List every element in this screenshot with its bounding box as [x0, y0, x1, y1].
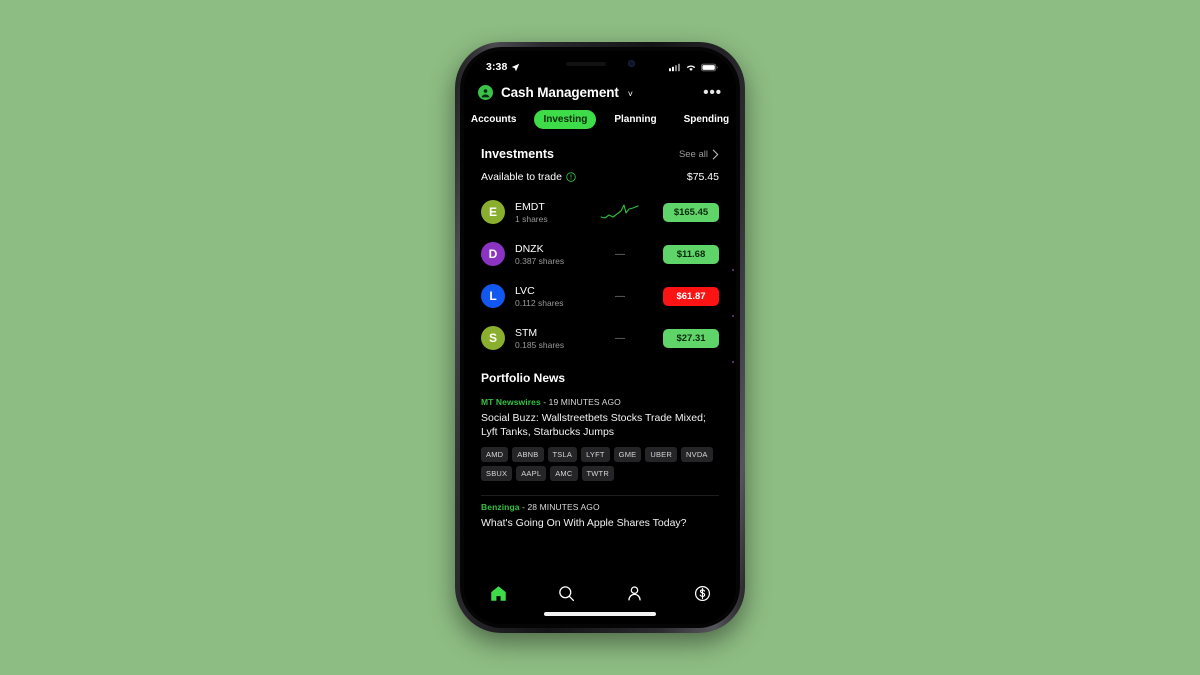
avatar: L [481, 284, 505, 308]
news-source: MT Newswires [481, 397, 541, 407]
tab-planning[interactable]: Planning [605, 110, 665, 129]
news-tag[interactable]: LYFT [581, 446, 610, 462]
bottom-nav [464, 578, 736, 624]
scroll-marker [732, 361, 734, 363]
phone-screen: 3:38 Cash Management ˅ ••• Accounts Inve… [464, 51, 736, 624]
news-tag[interactable]: GME [613, 446, 642, 462]
scroll-content[interactable]: Investments See all Available to trade $… [464, 139, 736, 578]
news-tag[interactable]: SBUX [481, 465, 513, 481]
battery-icon [701, 63, 718, 71]
dollar-circle-icon [694, 585, 710, 602]
news-time: - 28 MINUTES AGO [519, 501, 600, 512]
wifi-icon [686, 64, 696, 71]
investments-section-header: Investments See all [464, 139, 736, 163]
news-meta: MT Newswires - 19 MINUTES AGO [481, 397, 719, 407]
holding-shares: 0.387 shares [515, 255, 565, 266]
holding-shares: 0.112 shares [515, 297, 564, 308]
holding-price[interactable]: $11.68 [663, 244, 719, 264]
avatar: E [481, 200, 505, 224]
nav-profile-button[interactable] [612, 584, 656, 603]
news-headline: Social Buzz: Wallstreetbets Stocks Trade… [481, 412, 706, 439]
see-all-button[interactable]: See all [679, 149, 719, 160]
holding-trend-dash: — [615, 248, 625, 260]
news-meta: Benzinga - 28 MINUTES AGO [481, 502, 719, 512]
phone-bezel: 3:38 Cash Management ˅ ••• Accounts Inve… [460, 47, 740, 628]
holding-row-stm[interactable]: S STM 0.185 shares — $27.31 [464, 317, 736, 359]
news-item-1[interactable]: MT Newswires - 19 MINUTES AGO Social Buz… [464, 391, 736, 485]
news-tag[interactable]: AMD [481, 446, 509, 462]
holding-price[interactable]: $27.31 [663, 328, 719, 348]
holding-row-lvc[interactable]: L LVC 0.112 shares — $61.87 [464, 275, 736, 317]
search-icon [558, 586, 574, 602]
portfolio-news-title: Portfolio News [481, 371, 566, 385]
holding-symbol: LVC [515, 284, 535, 297]
chevron-down-icon[interactable]: ˅ [628, 89, 633, 99]
news-tag[interactable]: TWTR [581, 465, 614, 481]
holding-trend-dash: — [615, 290, 625, 302]
holding-row-dnzk[interactable]: D DNZK 0.387 shares — $11.68 [464, 233, 736, 275]
news-tags: AMD ABNB TSLA LYFT GME UBER NVDA SBUX AA… [481, 446, 719, 481]
news-headline: What's Going On With Apple Shares Today? [481, 516, 687, 529]
status-time: 3:38 [486, 61, 508, 73]
avatar: S [481, 326, 505, 350]
holding-price[interactable]: $165.45 [663, 202, 719, 222]
scroll-marker [732, 315, 734, 317]
news-tag[interactable]: AAPL [516, 465, 547, 481]
holding-shares: 1 shares [515, 213, 548, 224]
info-circle-icon[interactable] [566, 172, 576, 182]
app-header: Cash Management ˅ ••• [464, 79, 736, 104]
nav-tabs: Accounts Investing Planning Spending [464, 104, 736, 138]
status-icons [669, 63, 718, 72]
home-indicator [544, 612, 656, 616]
holding-shares: 0.185 shares [515, 339, 565, 350]
sparkline-chart-icon [599, 202, 641, 222]
cellular-signal-icon [669, 63, 680, 71]
status-bar: 3:38 [464, 51, 736, 79]
location-arrow-icon [511, 63, 520, 72]
scroll-marker [732, 269, 734, 271]
holding-price[interactable]: $61.87 [663, 286, 719, 306]
holding-trend-dash: — [615, 332, 625, 344]
holdings-list: E EMDT 1 shares $165.45 D DNZK 0.387 sha… [464, 187, 736, 359]
holding-symbol: STM [515, 326, 538, 339]
available-to-trade-label: Available to trade [481, 171, 562, 183]
available-to-trade-row: Available to trade $75.45 [464, 163, 736, 187]
news-tag[interactable]: AMC [550, 465, 578, 481]
person-avatar-icon[interactable] [478, 85, 493, 100]
person-icon [627, 586, 641, 601]
tab-investing[interactable]: Investing [534, 110, 597, 129]
holding-row-emdt[interactable]: E EMDT 1 shares $165.45 [464, 191, 736, 233]
available-to-trade-amount: $75.45 [686, 171, 719, 183]
news-tag[interactable]: TSLA [547, 446, 578, 462]
page-title: Cash Management [501, 85, 619, 100]
news-item-2[interactable]: Benzinga - 28 MINUTES AGO What's Going O… [464, 496, 736, 534]
nav-home-button[interactable] [476, 584, 520, 603]
news-tag[interactable]: UBER [645, 446, 677, 462]
investments-title: Investments [481, 147, 554, 161]
nav-money-button[interactable] [680, 584, 724, 603]
home-icon [490, 586, 506, 601]
more-options-button[interactable]: ••• [703, 85, 722, 100]
holding-symbol: DNZK [515, 242, 544, 255]
holding-symbol: EMDT [515, 200, 545, 213]
news-tag[interactable]: ABNB [512, 446, 544, 462]
tab-spending[interactable]: Spending [675, 110, 736, 129]
chevron-right-icon [712, 149, 719, 159]
avatar: D [481, 242, 505, 266]
phone-frame: 3:38 Cash Management ˅ ••• Accounts Inve… [455, 42, 745, 633]
tab-accounts[interactable]: Accounts [464, 110, 525, 129]
news-tag[interactable]: NVDA [681, 446, 713, 462]
news-time: - 19 MINUTES AGO [540, 397, 621, 407]
nav-search-button[interactable] [544, 584, 588, 603]
news-source: Benzinga [481, 501, 520, 512]
see-all-label: See all [678, 148, 708, 160]
